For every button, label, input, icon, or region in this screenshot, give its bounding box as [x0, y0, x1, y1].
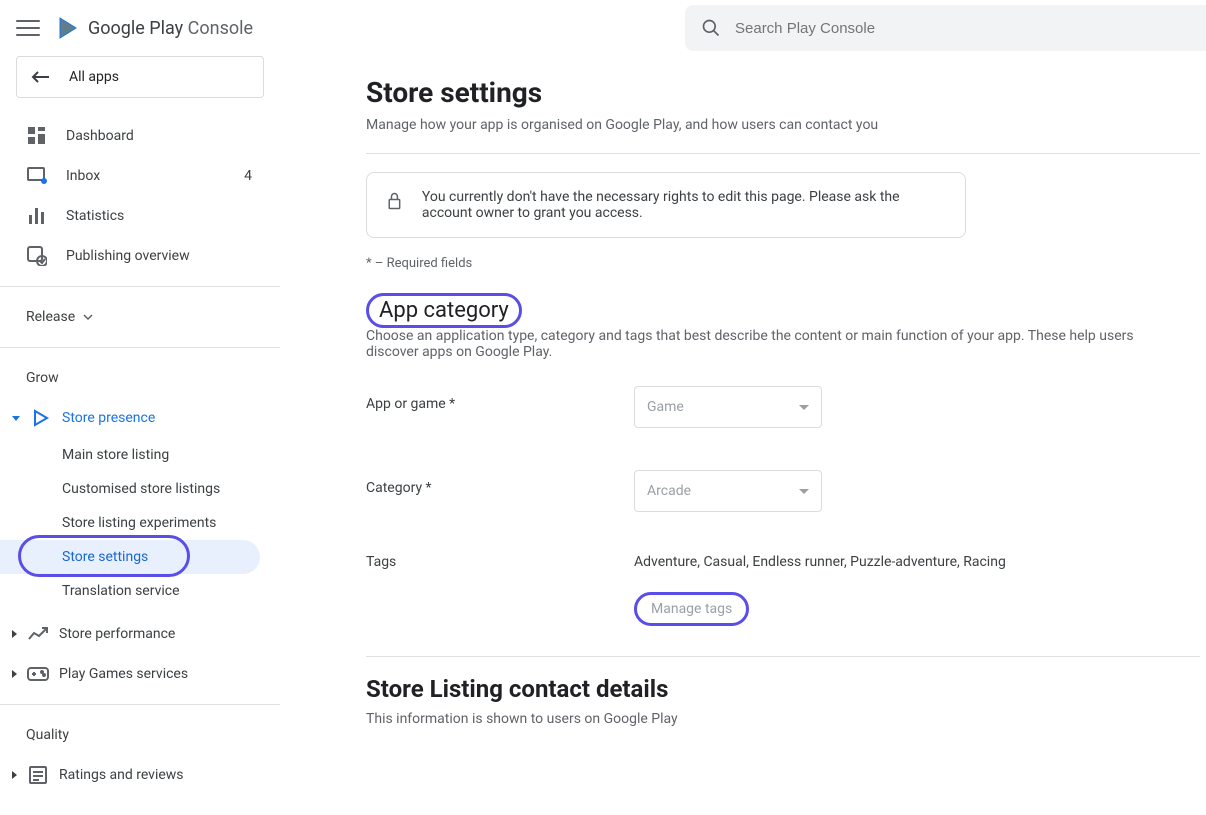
nav-store-performance[interactable]: Store performance: [0, 614, 280, 654]
all-apps-button[interactable]: All apps: [16, 56, 264, 98]
app-category-heading: App category: [379, 298, 509, 323]
dropdown-arrow-icon: [799, 405, 809, 410]
sidebar: All apps Dashboard Inbox 4 Statistics Pu…: [0, 56, 280, 815]
dropdown-value: Game: [647, 399, 684, 415]
permission-notice: You currently don't have the necessary r…: [366, 172, 966, 238]
contact-details-heading: Store Listing contact details: [366, 675, 1200, 703]
nav-statistics[interactable]: Statistics: [0, 196, 280, 236]
nav-grow[interactable]: Grow: [0, 358, 280, 398]
nav-release[interactable]: Release: [0, 297, 280, 337]
main-content: Store settings Manage how your app is or…: [280, 56, 1200, 815]
nav-label: Play Games services: [59, 666, 188, 682]
highlight-annotation: Manage tags: [634, 592, 749, 626]
app-or-game-dropdown[interactable]: Game: [634, 386, 822, 428]
all-apps-label: All apps: [69, 69, 119, 85]
arrow-left-icon: [31, 70, 51, 84]
nav-label: Translation service: [62, 583, 180, 599]
hamburger-menu-icon[interactable]: [16, 16, 40, 40]
nav-label: Quality: [26, 727, 69, 743]
logo-text: Google Play Console: [88, 18, 253, 39]
play-icon: [32, 409, 50, 427]
search-input[interactable]: [735, 20, 1206, 37]
nav-publishing[interactable]: Publishing overview: [0, 236, 280, 276]
manage-tags-button[interactable]: Manage tags: [651, 601, 732, 617]
notice-text: You currently don't have the necessary r…: [422, 189, 945, 221]
nav-label: Store settings: [62, 549, 148, 565]
caret-down-icon: [12, 416, 20, 421]
trend-icon: [28, 627, 48, 641]
logo[interactable]: Google Play Console: [56, 16, 253, 40]
nav-label: Ratings and reviews: [59, 767, 184, 783]
nav-play-games-services[interactable]: Play Games services: [0, 654, 280, 694]
nav-label: Store presence: [62, 410, 155, 426]
nav-customised-listings[interactable]: Customised store listings: [0, 472, 280, 506]
nav-store-presence[interactable]: Store presence: [0, 398, 280, 438]
dropdown-arrow-icon: [799, 489, 809, 494]
search-icon: [701, 18, 721, 38]
gamepad-icon: [27, 667, 49, 681]
nav-quality[interactable]: Quality: [0, 715, 280, 755]
page-subtitle: Manage how your app is organised on Goog…: [366, 117, 1200, 133]
caret-right-icon: [12, 670, 17, 678]
nav-label: Grow: [26, 370, 59, 386]
nav-label: Publishing overview: [66, 248, 190, 264]
category-label: Category *: [366, 470, 634, 496]
nav-label: Inbox: [66, 168, 100, 184]
caret-right-icon: [12, 771, 17, 779]
highlight-annotation: App category: [366, 293, 522, 328]
nav-ratings-reviews[interactable]: Ratings and reviews: [0, 755, 280, 795]
nav-label: Store listing experiments: [62, 515, 216, 531]
divider: [366, 656, 1200, 657]
required-fields-note: * – Required fields: [366, 256, 1200, 271]
nav-label: Release: [26, 309, 75, 325]
nav-translation-service[interactable]: Translation service: [0, 574, 280, 608]
nav-label: Store performance: [59, 626, 175, 642]
caret-right-icon: [12, 630, 17, 638]
inbox-icon: [27, 167, 47, 185]
reviews-icon: [29, 766, 47, 784]
dashboard-icon: [27, 126, 47, 146]
category-dropdown[interactable]: Arcade: [634, 470, 822, 512]
publishing-icon: [27, 246, 47, 266]
lock-icon: [387, 189, 402, 213]
nav-label: Statistics: [66, 208, 124, 224]
nav-label: Main store listing: [62, 447, 169, 463]
nav-main-store-listing[interactable]: Main store listing: [0, 438, 280, 472]
dropdown-value: Arcade: [647, 483, 691, 499]
contact-details-description: This information is shown to users on Go…: [366, 711, 1166, 727]
app-or-game-label: App or game *: [366, 386, 634, 412]
page-title: Store settings: [366, 76, 1200, 109]
nav-inbox[interactable]: Inbox 4: [0, 156, 280, 196]
chevron-down-icon: [83, 314, 93, 320]
inbox-badge: 4: [244, 168, 252, 184]
statistics-icon: [28, 207, 46, 225]
tags-label: Tags: [366, 554, 634, 570]
play-console-icon: [56, 16, 80, 40]
nav-label: Dashboard: [66, 128, 134, 144]
nav-dashboard[interactable]: Dashboard: [0, 116, 280, 156]
divider: [366, 153, 1200, 154]
app-category-description: Choose an application type, category and…: [366, 328, 1166, 360]
tags-value: Adventure, Casual, Endless runner, Puzzl…: [634, 554, 1006, 570]
nav-label: Customised store listings: [62, 481, 220, 497]
nav-store-experiments[interactable]: Store listing experiments: [0, 506, 280, 540]
nav-store-settings[interactable]: Store settings: [0, 540, 260, 574]
search-box[interactable]: [685, 5, 1206, 51]
